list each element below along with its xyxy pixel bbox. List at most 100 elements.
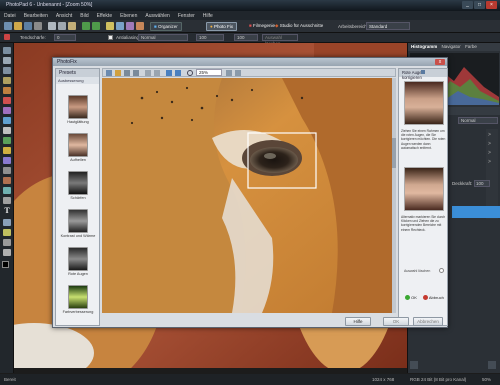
undo-icon[interactable] — [82, 22, 90, 30]
fill-icon[interactable] — [3, 147, 11, 154]
hand-icon[interactable] — [3, 239, 11, 246]
blur-icon[interactable] — [3, 167, 11, 174]
example-after-image — [404, 167, 444, 211]
workspace-select[interactable]: Standard — [366, 22, 410, 30]
dialog-scrollbar[interactable] — [392, 78, 396, 313]
dialog-image-preview[interactable] — [102, 78, 392, 313]
shape-icon[interactable] — [3, 219, 11, 226]
dialog-close-button[interactable]: x — [435, 59, 445, 65]
magic-wand-icon[interactable] — [3, 77, 11, 84]
studio-button[interactable]: ◆ Studio für Ausschnitte — [272, 22, 326, 31]
redo-icon[interactable] — [92, 22, 100, 30]
photofix-button[interactable]: ● Photo Fix — [206, 22, 237, 31]
brush-icon[interactable] — [3, 107, 11, 114]
new-file-icon[interactable] — [4, 22, 12, 30]
new-layer-icon[interactable] — [410, 361, 418, 369]
layer-row-selected[interactable] — [452, 206, 500, 218]
smudge-icon[interactable] — [3, 177, 11, 184]
antialias-checkbox[interactable] — [108, 35, 113, 40]
preset-item[interactable]: Rote Augen — [60, 247, 96, 276]
select-rect-icon[interactable] — [3, 57, 11, 64]
maximize-button[interactable]: □ — [474, 1, 485, 9]
opacity-input[interactable]: 100 — [196, 34, 224, 41]
tolerance-input[interactable]: 0 — [54, 34, 76, 41]
save-icon[interactable] — [24, 22, 32, 30]
clear-selection-button[interactable]: Auswahl löschen — [262, 34, 298, 46]
preset-thumbnail — [68, 209, 88, 233]
window-titlebar: PhotoPad 6 - Unbenannt - [Zoom 50%] _ □ … — [0, 0, 500, 11]
print-icon[interactable] — [34, 22, 42, 30]
red-eye-description: Ziehen Sie einen Rahmen um die roten Aug… — [401, 129, 446, 150]
paste-icon[interactable] — [68, 22, 76, 30]
help-button[interactable]: Hilfe — [345, 317, 371, 326]
dodge-icon[interactable] — [3, 187, 11, 194]
resize-icon[interactable] — [126, 22, 134, 30]
zoom-in-icon[interactable] — [226, 70, 232, 76]
presets-tab[interactable]: Presets — [56, 69, 99, 77]
info-icon — [421, 70, 425, 74]
layer-opacity-input[interactable]: 100 — [474, 180, 490, 187]
eraser-icon[interactable] — [3, 127, 11, 134]
histogram-tab[interactable]: Histogramm — [411, 44, 437, 49]
gradient-icon[interactable] — [3, 157, 11, 164]
red-eye-hint: Alternativ markieren Sie durch Klicken u… — [401, 215, 446, 232]
preset-item[interactable]: Schärfen — [60, 171, 96, 200]
rotate-right-icon[interactable] — [133, 70, 139, 76]
clone-icon[interactable] — [3, 137, 11, 144]
minimize-button[interactable]: _ — [462, 1, 473, 9]
zoom-select[interactable]: 25% — [196, 69, 222, 76]
redo-icon[interactable] — [154, 70, 160, 76]
preset-item[interactable]: Kontrast und Wärme — [60, 209, 96, 238]
color-tab[interactable]: Farbe — [465, 44, 477, 49]
crop-tool-icon[interactable] — [3, 87, 11, 94]
lasso-icon[interactable] — [3, 67, 11, 74]
window-title: PhotoPad 6 - Unbenannt - [Zoom 50%] — [6, 2, 93, 8]
crop-icon[interactable] — [115, 70, 121, 76]
scroll-thumb[interactable] — [392, 138, 396, 168]
zoom-out-icon[interactable] — [235, 70, 241, 76]
options-bar: Tendschärfe: 0 Antialiasing Normal 100 1… — [0, 33, 500, 46]
dialog-title: PhotoFix — [57, 59, 77, 65]
hand-tool-icon[interactable] — [106, 70, 112, 76]
rotate-icon[interactable] — [116, 22, 124, 30]
photofix-dialog: PhotoFix x Presets Ausbesserung Hautglät… — [52, 57, 448, 328]
zoom-tool-icon[interactable] — [3, 249, 11, 256]
rotate-left-icon[interactable] — [124, 70, 130, 76]
red-eye-icon[interactable] — [3, 97, 11, 104]
ok-button[interactable]: OK — [383, 317, 409, 326]
cancel-button[interactable]: Abbrechen — [413, 317, 443, 326]
eyedropper-icon[interactable] — [3, 229, 11, 236]
preset-item[interactable]: Aufhellen — [60, 133, 96, 162]
menu-bar: Datei Bearbeiten Ansicht Bild Effekte Ebenen A… — [0, 11, 500, 20]
dialog-toolbar: 25% — [102, 68, 396, 77]
open-folder-icon[interactable] — [14, 22, 22, 30]
red-eye-panel: Rote Augen korrigieren Ziehen Sie einen … — [398, 68, 448, 326]
side-cancel-button[interactable]: Abbruch — [423, 295, 444, 301]
pencil-icon[interactable] — [3, 117, 11, 124]
tool-preset-icon[interactable] — [4, 34, 10, 40]
copy-icon[interactable] — [58, 22, 66, 30]
side-ok-button[interactable]: OK — [405, 295, 417, 301]
preset-item[interactable]: Hautglättung — [60, 95, 96, 124]
blend-mode-select[interactable]: Normal — [138, 34, 188, 41]
foreground-color-swatch[interactable] — [2, 261, 9, 268]
preset-item[interactable]: Farbverbesserung — [60, 285, 96, 314]
navigator-tab[interactable]: Navigator — [442, 44, 461, 49]
cut-icon[interactable] — [48, 22, 56, 30]
undo-icon[interactable] — [145, 70, 151, 76]
status-text: Bereit — [4, 377, 16, 382]
size-input[interactable]: 100 — [234, 34, 258, 41]
compare-icon[interactable] — [166, 70, 172, 76]
text-tool-icon[interactable]: T — [3, 207, 11, 215]
split-view-icon[interactable] — [175, 70, 181, 76]
organizer-button[interactable]: ■ Organizer — [150, 22, 182, 31]
crop-icon[interactable] — [136, 22, 144, 30]
close-window-button[interactable]: × — [486, 1, 497, 9]
layer-blend-select[interactable]: Normal — [458, 117, 498, 124]
clear-selection-radio[interactable] — [439, 268, 444, 273]
move-tool-icon[interactable] — [3, 47, 11, 54]
zoom-icon[interactable] — [187, 70, 193, 76]
delete-layer-icon[interactable] — [488, 361, 496, 369]
zoom-icon[interactable] — [106, 22, 114, 30]
sharpen-icon[interactable] — [3, 197, 11, 204]
